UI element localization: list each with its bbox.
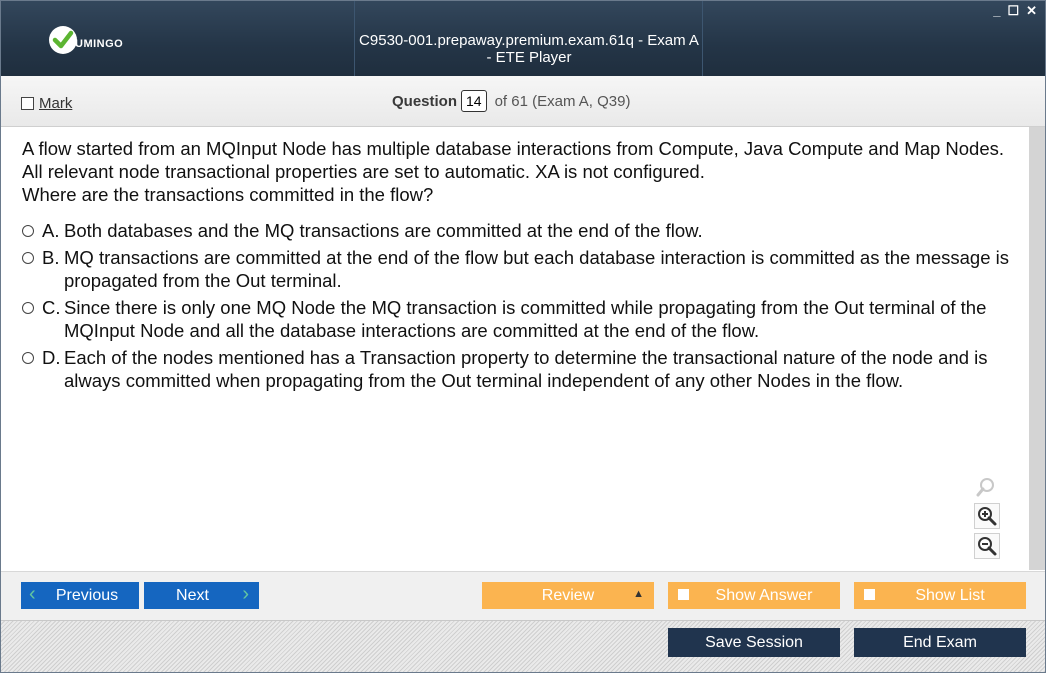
app-window: UMINGO C9530-001.prepaway.premium.exam.6…: [0, 0, 1046, 673]
end-exam-label: End Exam: [903, 633, 977, 651]
question-number-input[interactable]: 14: [461, 90, 487, 112]
minimize-icon[interactable]: _: [993, 4, 1000, 18]
option-letter: D.: [42, 347, 61, 368]
show-answer-label: Show Answer: [715, 586, 813, 604]
checkbox-icon[interactable]: [678, 589, 689, 600]
previous-label: Previous: [55, 586, 119, 604]
caret-up-icon: ▲: [633, 588, 644, 600]
option-a[interactable]: A. Both databases and the MQ transaction…: [22, 219, 1012, 242]
end-exam-button[interactable]: End Exam: [854, 628, 1026, 657]
option-c[interactable]: C. Since there is only one MQ Node the M…: [22, 296, 1012, 342]
question-total: of 61 (Exam A, Q39): [494, 92, 631, 110]
mark-label: Mark: [39, 95, 73, 112]
option-text: Both databases and the MQ transactions a…: [64, 220, 703, 241]
question-label: Question: [392, 92, 458, 110]
save-session-label: Save Session: [705, 633, 803, 651]
mark-checkbox[interactable]: Mark: [21, 95, 72, 112]
zoom-reset-icon[interactable]: [974, 475, 998, 499]
checkmark-icon: [49, 26, 77, 54]
next-button[interactable]: Next ›: [144, 582, 259, 609]
option-text: Each of the nodes mentioned has a Transa…: [64, 347, 988, 391]
maximize-icon[interactable]: ☐: [1007, 4, 1019, 18]
option-text: MQ transactions are committed at the end…: [64, 247, 1010, 291]
question-header: Mark Question 14 of 61 (Exam A, Q39): [1, 76, 1045, 127]
question-text: A flow started from an MQInput Node has …: [22, 137, 1022, 206]
checkbox-icon[interactable]: [864, 589, 875, 600]
vertical-scrollbar[interactable]: [1029, 127, 1045, 570]
app-logo: UMINGO: [49, 23, 123, 57]
checkbox-icon[interactable]: [21, 97, 34, 110]
question-content: A flow started from an MQInput Node has …: [1, 127, 1027, 570]
show-list-button[interactable]: Show List: [854, 582, 1026, 609]
navigation-bar: ‹ Previous Next › Review ▲ Show Answer S…: [1, 571, 1045, 620]
option-b[interactable]: B. MQ transactions are committed at the …: [22, 246, 1012, 292]
question-line: A flow started from an MQInput Node has …: [22, 138, 1005, 182]
zoom-controls: [974, 475, 1000, 559]
next-label: Next: [176, 586, 209, 604]
option-text: Since there is only one MQ Node the MQ t…: [64, 297, 987, 341]
answer-options: A. Both databases and the MQ transaction…: [22, 219, 1012, 396]
close-icon[interactable]: ✕: [1026, 4, 1037, 18]
review-button[interactable]: Review ▲: [482, 582, 654, 609]
option-d[interactable]: D. Each of the nodes mentioned has a Tra…: [22, 346, 1012, 392]
title-bar: UMINGO C9530-001.prepaway.premium.exam.6…: [1, 1, 1045, 76]
zoom-out-icon[interactable]: [974, 533, 1000, 559]
window-controls: _ ☐ ✕: [993, 4, 1037, 18]
option-letter: B.: [42, 247, 60, 268]
review-label: Review: [541, 586, 595, 604]
footer-bar: Save Session End Exam: [1, 620, 1045, 672]
show-list-label: Show List: [915, 586, 985, 604]
zoom-in-icon[interactable]: [974, 503, 1000, 529]
radio-icon[interactable]: [22, 302, 34, 314]
option-letter: A.: [42, 220, 60, 241]
previous-button[interactable]: ‹ Previous: [21, 582, 139, 609]
radio-icon[interactable]: [22, 352, 34, 364]
radio-icon[interactable]: [22, 225, 34, 237]
question-indicator: Question 14 of 61 (Exam A, Q39): [392, 90, 631, 112]
chevron-right-icon: ›: [242, 583, 249, 605]
logo-text: UMINGO: [75, 38, 124, 50]
question-line: Where are the transactions committed in …: [22, 184, 434, 205]
option-letter: C.: [42, 297, 61, 318]
chevron-left-icon: ‹: [29, 583, 36, 605]
window-title: C9530-001.prepaway.premium.exam.61q - Ex…: [359, 32, 699, 66]
radio-icon[interactable]: [22, 252, 34, 264]
save-session-button[interactable]: Save Session: [668, 628, 840, 657]
show-answer-button[interactable]: Show Answer: [668, 582, 840, 609]
